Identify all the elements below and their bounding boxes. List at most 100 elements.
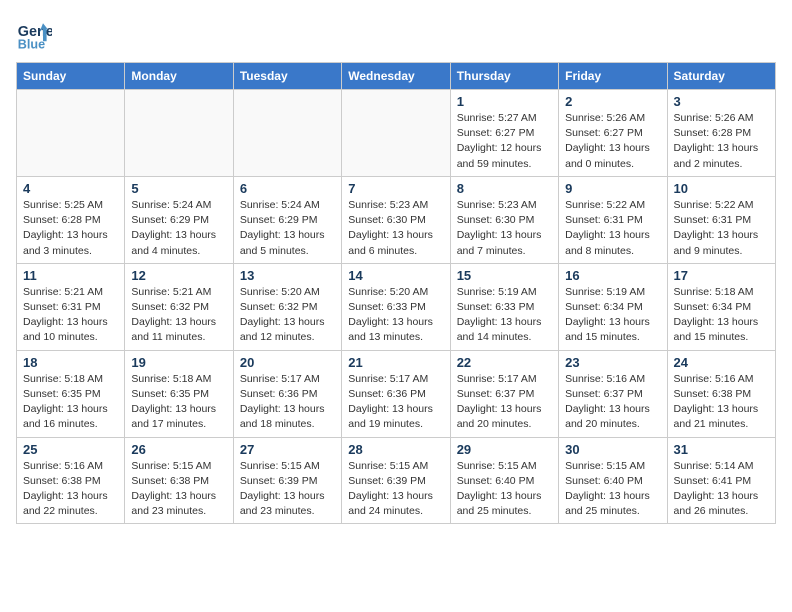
day-info: Sunrise: 5:16 AM Sunset: 6:38 PM Dayligh… (674, 372, 769, 433)
day-number: 4 (23, 181, 118, 196)
day-info: Sunrise: 5:16 AM Sunset: 6:38 PM Dayligh… (23, 459, 118, 520)
day-info: Sunrise: 5:25 AM Sunset: 6:28 PM Dayligh… (23, 198, 118, 259)
day-info: Sunrise: 5:18 AM Sunset: 6:35 PM Dayligh… (23, 372, 118, 433)
day-number: 5 (131, 181, 226, 196)
calendar-cell: 27 Sunrise: 5:15 AM Sunset: 6:39 PM Dayli… (233, 437, 341, 524)
day-number: 15 (457, 268, 552, 283)
calendar-cell: 9 Sunrise: 5:22 AM Sunset: 6:31 PM Daylig… (559, 176, 667, 263)
calendar-cell (125, 90, 233, 177)
day-info: Sunrise: 5:21 AM Sunset: 6:31 PM Dayligh… (23, 285, 118, 346)
day-info: Sunrise: 5:15 AM Sunset: 6:38 PM Dayligh… (131, 459, 226, 520)
calendar-cell: 5 Sunrise: 5:24 AM Sunset: 6:29 PM Daylig… (125, 176, 233, 263)
logo-icon: General Blue (16, 16, 52, 52)
day-info: Sunrise: 5:16 AM Sunset: 6:37 PM Dayligh… (565, 372, 660, 433)
calendar-cell (17, 90, 125, 177)
calendar-table: SundayMondayTuesdayWednesdayThursdayFrid… (16, 62, 776, 524)
calendar-cell: 3 Sunrise: 5:26 AM Sunset: 6:28 PM Daylig… (667, 90, 775, 177)
day-info: Sunrise: 5:24 AM Sunset: 6:29 PM Dayligh… (131, 198, 226, 259)
weekday-header: Monday (125, 63, 233, 90)
day-info: Sunrise: 5:22 AM Sunset: 6:31 PM Dayligh… (674, 198, 769, 259)
calendar-cell: 31 Sunrise: 5:14 AM Sunset: 6:41 PM Dayli… (667, 437, 775, 524)
day-number: 10 (674, 181, 769, 196)
logo: General Blue (16, 16, 56, 52)
day-info: Sunrise: 5:15 AM Sunset: 6:39 PM Dayligh… (348, 459, 443, 520)
calendar-week-row: 4 Sunrise: 5:25 AM Sunset: 6:28 PM Daylig… (17, 176, 776, 263)
calendar-week-row: 11 Sunrise: 5:21 AM Sunset: 6:31 PM Dayli… (17, 263, 776, 350)
day-info: Sunrise: 5:17 AM Sunset: 6:36 PM Dayligh… (240, 372, 335, 433)
calendar-cell: 4 Sunrise: 5:25 AM Sunset: 6:28 PM Daylig… (17, 176, 125, 263)
day-info: Sunrise: 5:15 AM Sunset: 6:40 PM Dayligh… (457, 459, 552, 520)
weekday-header: Sunday (17, 63, 125, 90)
calendar-cell: 2 Sunrise: 5:26 AM Sunset: 6:27 PM Daylig… (559, 90, 667, 177)
day-number: 14 (348, 268, 443, 283)
day-info: Sunrise: 5:21 AM Sunset: 6:32 PM Dayligh… (131, 285, 226, 346)
calendar-cell: 10 Sunrise: 5:22 AM Sunset: 6:31 PM Dayli… (667, 176, 775, 263)
day-info: Sunrise: 5:26 AM Sunset: 6:27 PM Dayligh… (565, 111, 660, 172)
calendar-cell: 6 Sunrise: 5:24 AM Sunset: 6:29 PM Daylig… (233, 176, 341, 263)
day-info: Sunrise: 5:20 AM Sunset: 6:33 PM Dayligh… (348, 285, 443, 346)
day-number: 19 (131, 355, 226, 370)
day-number: 21 (348, 355, 443, 370)
calendar-cell: 18Sunrise: 5:18 AM Sunset: 6:35 PM Dayli… (17, 350, 125, 437)
day-number: 6 (240, 181, 335, 196)
day-info: Sunrise: 5:15 AM Sunset: 6:39 PM Dayligh… (240, 459, 335, 520)
calendar-cell: 22 Sunrise: 5:17 AM Sunset: 6:37 PM Dayli… (450, 350, 558, 437)
calendar-week-row: 1 Sunrise: 5:27 AM Sunset: 6:27 PM Daylig… (17, 90, 776, 177)
calendar-cell: 20 Sunrise: 5:17 AM Sunset: 6:36 PM Dayli… (233, 350, 341, 437)
day-info: Sunrise: 5:17 AM Sunset: 6:37 PM Dayligh… (457, 372, 552, 433)
day-number: 2 (565, 94, 660, 109)
day-number: 9 (565, 181, 660, 196)
day-number: 20 (240, 355, 335, 370)
day-number: 22 (457, 355, 552, 370)
weekday-header: Tuesday (233, 63, 341, 90)
calendar-cell: 12 Sunrise: 5:21 AM Sunset: 6:32 PM Dayli… (125, 263, 233, 350)
day-info: Sunrise: 5:24 AM Sunset: 6:29 PM Dayligh… (240, 198, 335, 259)
day-number: 1 (457, 94, 552, 109)
day-number: 24 (674, 355, 769, 370)
day-number: 27 (240, 442, 335, 457)
day-number: 13 (240, 268, 335, 283)
day-info: Sunrise: 5:23 AM Sunset: 6:30 PM Dayligh… (348, 198, 443, 259)
calendar-cell: 25 Sunrise: 5:16 AM Sunset: 6:38 PM Dayli… (17, 437, 125, 524)
day-number: 11 (23, 268, 118, 283)
calendar-week-row: 18Sunrise: 5:18 AM Sunset: 6:35 PM Dayli… (17, 350, 776, 437)
page-header: General Blue (16, 16, 776, 52)
calendar-header: SundayMondayTuesdayWednesdayThursdayFrid… (17, 63, 776, 90)
weekday-row: SundayMondayTuesdayWednesdayThursdayFrid… (17, 63, 776, 90)
calendar-cell: 29 Sunrise: 5:15 AM Sunset: 6:40 PM Dayli… (450, 437, 558, 524)
calendar-cell: 16 Sunrise: 5:19 AM Sunset: 6:34 PM Dayli… (559, 263, 667, 350)
day-info: Sunrise: 5:27 AM Sunset: 6:27 PM Dayligh… (457, 111, 552, 172)
day-number: 31 (674, 442, 769, 457)
day-number: 25 (23, 442, 118, 457)
day-number: 23 (565, 355, 660, 370)
weekday-header: Saturday (667, 63, 775, 90)
day-number: 17 (674, 268, 769, 283)
day-number: 28 (348, 442, 443, 457)
day-info: Sunrise: 5:15 AM Sunset: 6:40 PM Dayligh… (565, 459, 660, 520)
calendar-cell: 11 Sunrise: 5:21 AM Sunset: 6:31 PM Dayli… (17, 263, 125, 350)
day-number: 3 (674, 94, 769, 109)
calendar-cell: 1 Sunrise: 5:27 AM Sunset: 6:27 PM Daylig… (450, 90, 558, 177)
calendar-cell: 26 Sunrise: 5:15 AM Sunset: 6:38 PM Dayli… (125, 437, 233, 524)
day-info: Sunrise: 5:18 AM Sunset: 6:35 PM Dayligh… (131, 372, 226, 433)
calendar-body: 1 Sunrise: 5:27 AM Sunset: 6:27 PM Daylig… (17, 90, 776, 524)
day-number: 26 (131, 442, 226, 457)
weekday-header: Friday (559, 63, 667, 90)
day-info: Sunrise: 5:14 AM Sunset: 6:41 PM Dayligh… (674, 459, 769, 520)
calendar-cell: 8Sunrise: 5:23 AM Sunset: 6:30 PM Daylig… (450, 176, 558, 263)
day-number: 7 (348, 181, 443, 196)
day-info: Sunrise: 5:26 AM Sunset: 6:28 PM Dayligh… (674, 111, 769, 172)
day-info: Sunrise: 5:18 AM Sunset: 6:34 PM Dayligh… (674, 285, 769, 346)
day-number: 12 (131, 268, 226, 283)
day-info: Sunrise: 5:23 AM Sunset: 6:30 PM Dayligh… (457, 198, 552, 259)
svg-text:Blue: Blue (18, 37, 45, 51)
day-number: 16 (565, 268, 660, 283)
weekday-header: Wednesday (342, 63, 450, 90)
day-info: Sunrise: 5:22 AM Sunset: 6:31 PM Dayligh… (565, 198, 660, 259)
day-number: 29 (457, 442, 552, 457)
calendar-cell (342, 90, 450, 177)
day-info: Sunrise: 5:19 AM Sunset: 6:34 PM Dayligh… (565, 285, 660, 346)
calendar-cell: 30Sunrise: 5:15 AM Sunset: 6:40 PM Dayli… (559, 437, 667, 524)
day-info: Sunrise: 5:17 AM Sunset: 6:36 PM Dayligh… (348, 372, 443, 433)
calendar-cell: 21 Sunrise: 5:17 AM Sunset: 6:36 PM Dayli… (342, 350, 450, 437)
